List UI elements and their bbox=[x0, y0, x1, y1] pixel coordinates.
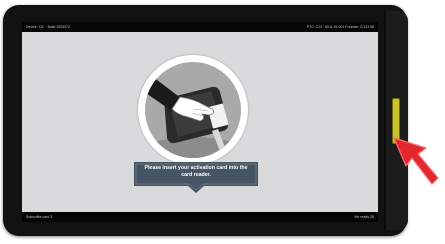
card-insert-illustration bbox=[138, 55, 248, 165]
version-text: Ver ready 28 bbox=[354, 215, 374, 219]
bottom-status-bar: Subscribe card 3 Ver ready 28 bbox=[22, 212, 378, 222]
instruction-banner: Please insert your activation card into … bbox=[134, 162, 258, 196]
connection-info-text: PTC: C22 · 6011:91:001 Founder: 0:123:96 bbox=[306, 25, 374, 29]
red-arrow-pointer bbox=[392, 136, 442, 197]
instruction-text: Please insert your activation card into … bbox=[144, 165, 248, 178]
device-info-text: Device: 'D1' · Build 2003372 bbox=[26, 25, 70, 29]
top-status-bar: Device: 'D1' · Build 2003372 PTC: C22 · … bbox=[22, 22, 378, 32]
subscription-text: Subscribe card 3 bbox=[26, 215, 53, 219]
screen: Device: 'D1' · Build 2003372 PTC: C22 · … bbox=[22, 22, 378, 222]
